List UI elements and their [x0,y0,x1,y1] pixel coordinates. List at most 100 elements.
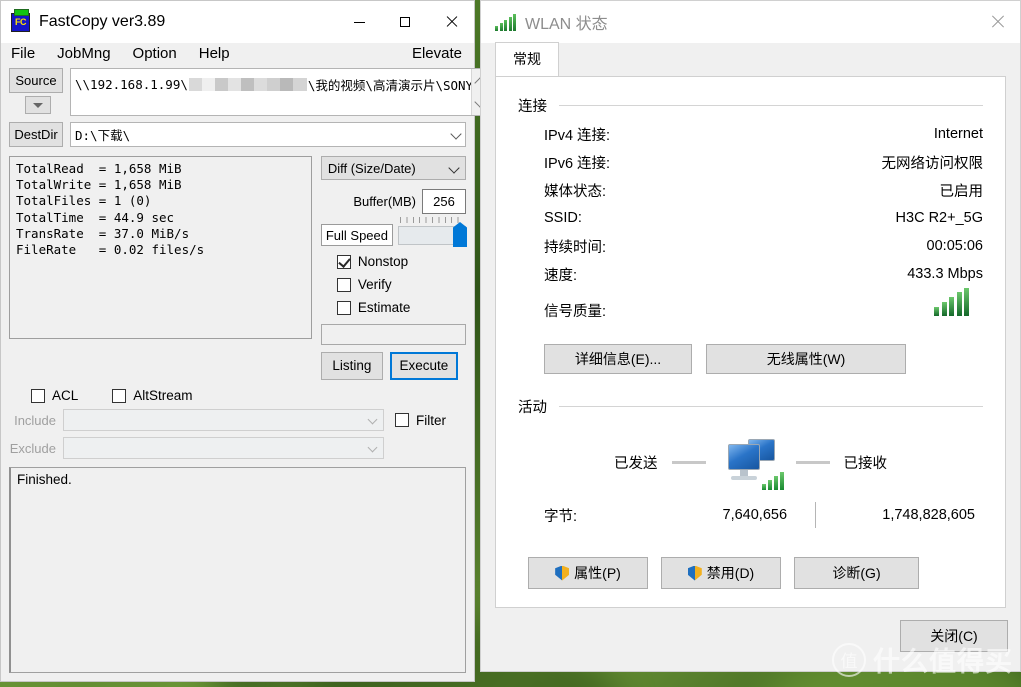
checkbox-nonstop-box[interactable] [336,254,351,269]
destdir-input[interactable]: D:\下载\ [70,122,466,147]
group-divider [559,105,983,106]
include-input[interactable] [63,409,384,431]
menu-jobmng[interactable]: JobMng [57,45,110,62]
checkbox-altstream[interactable]: AltStream [112,388,193,403]
maximize-icon [400,17,410,27]
destdir-button[interactable]: DestDir [9,122,63,147]
details-button[interactable]: 详细信息(E)... [544,344,692,374]
ipv4-label: IPv4 连接: [544,127,611,144]
caret-down-icon [33,102,43,108]
menu-file[interactable]: File [11,45,35,62]
destdir-value: D:\下载\ [75,128,131,143]
row-media-state: 媒体状态: 已启用 [518,176,983,204]
wlan-tabstrip: 常规 [481,42,1020,76]
diagnose-button[interactable]: 诊断(G) [794,557,919,589]
connection-group-title: 连接 [518,99,547,115]
chevron-down-icon [367,442,378,453]
checkbox-verify-box[interactable] [336,277,351,292]
checkbox-verify[interactable]: Verify [336,277,466,292]
menu-option[interactable]: Option [133,45,177,62]
progress-bar [320,324,466,345]
wlan-close-button[interactable] [974,1,1020,43]
tab-general[interactable]: 常规 [495,42,559,76]
row-duration: 持续时间: 00:05:06 [518,232,983,260]
log-line: TransRate = 37.0 MiB/s [16,225,190,241]
exclude-input[interactable] [63,437,384,459]
checkbox-verify-label: Verify [357,277,392,292]
close-button[interactable] [428,1,474,43]
checkbox-estimate-box[interactable] [336,300,351,315]
maximize-button[interactable] [382,1,428,43]
properties-button[interactable]: 属性(P) [528,557,648,589]
fastcopy-menubar: File JobMng Option Help Elevate [1,43,474,68]
checkbox-altstream-box[interactable] [112,388,127,403]
close-icon [445,16,457,28]
filter-checkbox-wrap: Filter [384,413,466,428]
chevron-down-icon[interactable] [450,128,462,140]
elevate-button[interactable]: Elevate [412,45,462,62]
row-signal-quality: 信号质量: [518,288,983,334]
wireless-properties-button[interactable]: 无线属性(W) [706,344,906,374]
exclude-row: Exclude [9,437,466,459]
fastcopy-window-title: FastCopy ver3.89 [39,13,166,30]
checkbox-estimate[interactable]: Estimate [336,300,466,315]
fastcopy-titlebar: FC FastCopy ver3.89 [1,1,474,43]
checkbox-acl-box[interactable] [31,388,45,403]
source-button[interactable]: Source [9,68,63,93]
received-label: 已接收 [843,455,888,472]
buffer-input[interactable]: 256 [422,189,466,214]
source-row: Source \\192.168.1.99\ \我的视频\高清演示片\SONY4K [9,68,490,116]
checkbox-filter-box[interactable] [395,413,409,427]
listing-button[interactable]: Listing [320,352,383,380]
source-input[interactable]: \\192.168.1.99\ \我的视频\高清演示片\SONY4K [70,68,490,116]
speed-label: Full Speed [320,224,393,246]
minimize-button[interactable] [336,1,382,43]
ssid-value: H3C R2+_5G [895,210,983,226]
speed-value: 433.3 Mbps [907,266,983,282]
include-label: Include [14,412,56,428]
close-icon [990,15,1004,29]
slider-ticks [400,217,464,223]
link-dash-right [795,460,830,464]
disable-button[interactable]: 禁用(D) [661,557,781,589]
close-dialog-button[interactable]: 关闭(C) [900,620,1008,652]
row-ipv4: IPv4 连接: Internet [518,120,983,148]
chevron-down-icon [367,414,378,425]
checkbox-acl[interactable]: ACL [31,388,78,403]
ipv4-value: Internet [933,126,983,142]
checkbox-acl-label: ACL [52,388,79,403]
acl-row: ACL AltStream [9,388,466,403]
signal-quality-label: 信号质量: [544,304,607,320]
speed-row: Full Speed [320,217,467,247]
activity-group-header: 活动 [518,396,983,417]
ipv6-value: 无网络访问权限 [881,155,984,172]
source-history-dropdown[interactable] [25,96,51,114]
row-ssid: SSID: H3C R2+_5G [518,204,983,232]
group-divider [559,406,983,407]
menu-help[interactable]: Help [199,45,230,62]
status-panel: Finished. [9,467,466,673]
speed-slider[interactable] [398,217,467,247]
shield-icon [555,565,570,581]
connection-group-header: 连接 [518,95,983,116]
row-ipv6: IPv6 连接: 无网络访问权限 [518,148,983,176]
wlan-general-panel: 连接 IPv4 连接: Internet IPv6 连接: 无网络访问权限 媒体… [495,76,1006,608]
window-controls [336,1,474,43]
checkbox-estimate-label: Estimate [357,300,411,315]
action-buttons: Listing Execute [320,352,466,380]
checkbox-filter[interactable]: Filter [395,413,446,428]
shield-icon [687,565,702,581]
buffer-label: Buffer(MB) [353,194,416,209]
signal-bars-icon [761,470,784,490]
copy-mode-select[interactable]: Diff (Size/Date) [320,156,466,180]
execute-button[interactable]: Execute [389,352,458,380]
checkbox-filter-label: Filter [416,412,446,428]
source-path-suffix: \我的视频\高清演示片\SONY4K [307,78,489,93]
monitor-base [730,476,757,480]
checkbox-altstream-label: AltStream [133,388,193,403]
bytes-divider [815,502,817,528]
redacted-path-mosaic [188,78,307,91]
checkbox-nonstop[interactable]: Nonstop [336,254,466,269]
properties-button-label: 属性(P) [574,565,621,581]
copy-mode-value: Diff (Size/Date) [327,160,416,176]
